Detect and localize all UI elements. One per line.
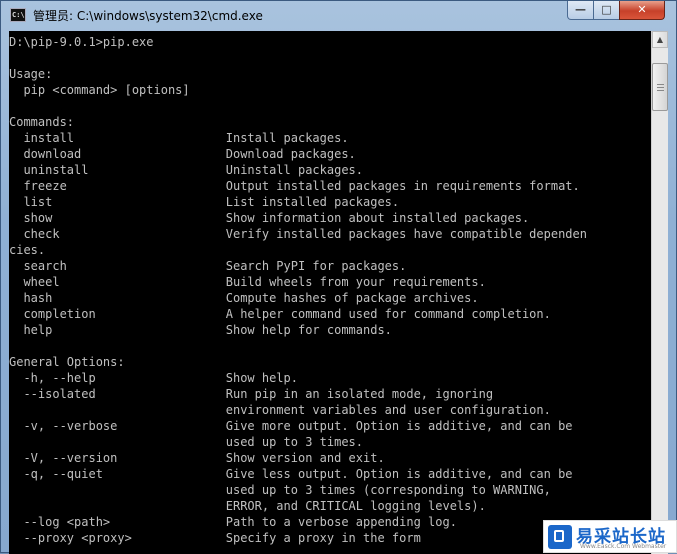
console-output[interactable]: D:\pip-9.0.1>pip.exe Usage: pip <command>… — [9, 31, 651, 554]
close-button[interactable]: ✕ — [619, 1, 665, 20]
console-line: --log <path> Path to a verbose appending… — [9, 515, 457, 529]
console-line: Commands: — [9, 115, 75, 129]
site-watermark: 易采站长站 Www.Easck.Com Webmaster — [543, 520, 677, 553]
console-line: search Search PyPI for packages. — [9, 259, 407, 273]
console-line: download Download packages. — [9, 147, 356, 161]
title-bar[interactable]: C:\ 管理员: C:\windows\system32\cmd.exe — □… — [1, 1, 676, 30]
maximize-button[interactable]: □ — [593, 1, 620, 20]
watermark-tagline: Www.Easck.Com Webmaster — [580, 543, 667, 550]
console-line: General Options: — [9, 355, 125, 369]
console-line: wheel Build wheels from your requirement… — [9, 275, 486, 289]
scroll-thumb[interactable] — [652, 63, 668, 111]
console-line: Usage: — [9, 67, 53, 81]
console-line: hash Compute hashes of package archives. — [9, 291, 479, 305]
minimize-button[interactable]: — — [567, 1, 594, 20]
scroll-up-button[interactable]: ▲ — [652, 31, 668, 48]
console-line: freeze Output installed packages in requ… — [9, 179, 580, 193]
console-line: -V, --version Show version and exit. — [9, 451, 385, 465]
console-line: --isolated Run pip in an isolated mode, … — [9, 387, 494, 401]
console-line: used up to 3 times (corresponding to WAR… — [9, 483, 551, 497]
console-line: check Verify installed packages have com… — [9, 227, 587, 241]
console-line: help Show help for commands. — [9, 323, 392, 337]
console-line: -v, --verbose Give more output. Option i… — [9, 419, 573, 433]
cmd-app-icon[interactable]: C:\ — [10, 8, 26, 22]
console-line: pip <command> [options] — [9, 83, 190, 97]
cmd-window: C:\ 管理员: C:\windows\system32\cmd.exe — □… — [0, 0, 677, 554]
console-line: --proxy <proxy> Specify a proxy in the f… — [9, 531, 421, 545]
console-line: used up to 3 times. — [9, 435, 364, 449]
console-line: -h, --help Show help. — [9, 371, 298, 385]
window-title: 管理员: C:\windows\system32\cmd.exe — [33, 9, 263, 23]
console-line: -q, --quiet Give less output. Option is … — [9, 467, 573, 481]
console-line: cies. — [9, 243, 46, 257]
vertical-scrollbar[interactable]: ▲ — [651, 31, 668, 554]
console-line: completion A helper command used for com… — [9, 307, 551, 321]
console-line: show Show information about installed pa… — [9, 211, 530, 225]
watermark-logo-icon — [548, 525, 572, 549]
console-line: ERROR, and CRITICAL logging levels). — [9, 499, 486, 513]
console-line: uninstall Uninstall packages. — [9, 163, 364, 177]
console-line: environment variables and user configura… — [9, 403, 551, 417]
console-line: D:\pip-9.0.1>pip.exe — [9, 35, 154, 49]
console-line: install Install packages. — [9, 131, 349, 145]
console-line: list List installed packages. — [9, 195, 400, 209]
